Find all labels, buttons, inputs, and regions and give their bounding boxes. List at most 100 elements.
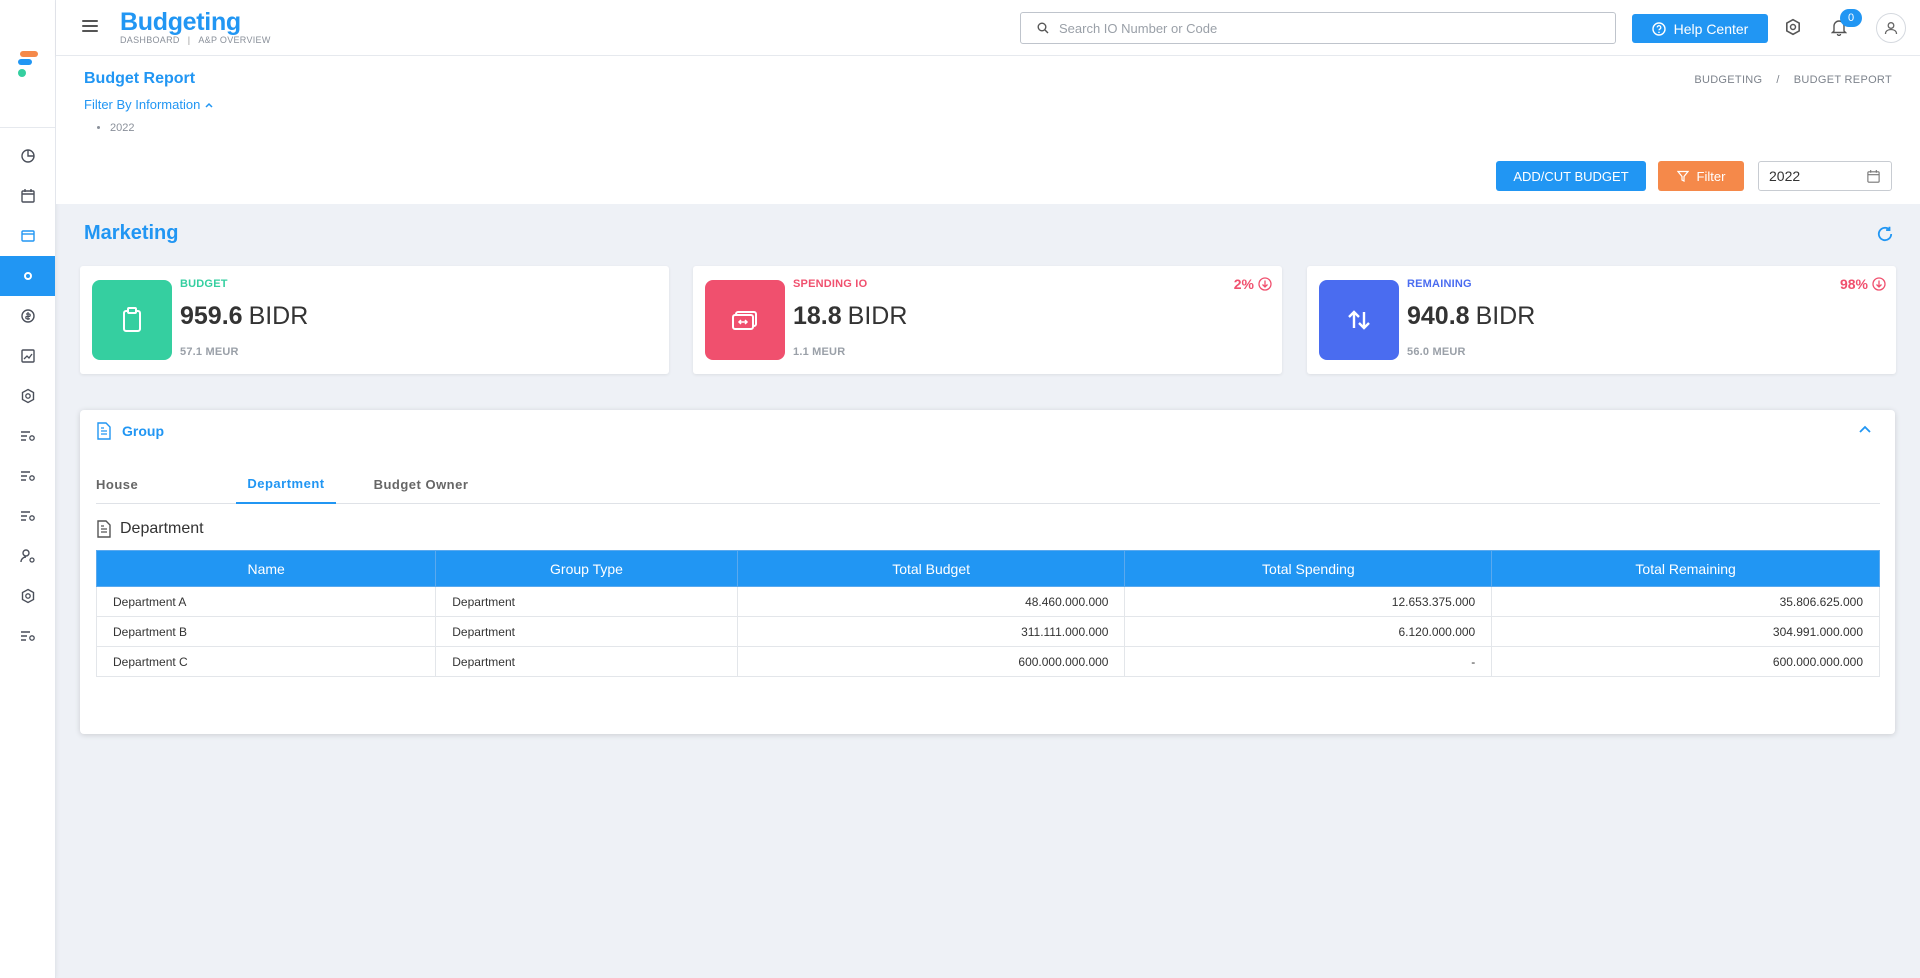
sidebar-item-users[interactable] xyxy=(0,536,55,576)
spending-icon-box xyxy=(705,280,785,360)
sidebar-item-calendar[interactable] xyxy=(0,176,55,216)
settings-gear-icon[interactable] xyxy=(1784,18,1802,36)
remaining-percentage: 98% xyxy=(1840,276,1886,292)
cell-group-type: Department xyxy=(435,586,738,617)
budget-value: 959.6 BIDR xyxy=(180,302,309,330)
add-cut-budget-button[interactable]: ADD/CUT BUDGET xyxy=(1496,161,1646,191)
filter-settings-icon xyxy=(20,631,35,641)
menu-toggle-icon[interactable] xyxy=(82,20,98,34)
spending-io-label: SPENDING IO xyxy=(793,278,868,290)
column-header-total-remaining[interactable]: Total Remaining xyxy=(1491,550,1880,587)
column-header-total-spending[interactable]: Total Spending xyxy=(1124,550,1493,587)
calendar-icon[interactable] xyxy=(1866,169,1881,184)
sidebar-item-reports[interactable] xyxy=(0,336,55,376)
cell-total-remaining: 35.806.625.000 xyxy=(1491,586,1880,617)
sidebar xyxy=(0,0,56,978)
brand-logo-icon xyxy=(17,50,38,77)
cell-total-budget: 311.111.000.000 xyxy=(736,616,1126,647)
column-header-name[interactable]: Name xyxy=(95,550,437,587)
column-header-group-type[interactable]: Group Type xyxy=(435,550,738,587)
breadcrumb-budgeting[interactable]: BUDGETING xyxy=(1694,74,1762,86)
sidebar-item-config-3[interactable] xyxy=(0,496,55,536)
help-center-label: Help Center xyxy=(1673,20,1749,37)
cell-group-type: Department xyxy=(435,616,738,647)
budget-sub-value: 57.1 MEUR xyxy=(180,346,239,358)
year-picker-value: 2022 xyxy=(1769,168,1801,184)
coin-icon xyxy=(20,309,35,323)
cell-name: Department B xyxy=(95,616,437,647)
department-section-title: Department xyxy=(120,520,204,537)
filter-button[interactable]: Filter xyxy=(1658,161,1744,191)
breadcrumb-dashboard[interactable]: DASHBOARD xyxy=(120,35,180,45)
sidebar-item-config-2[interactable] xyxy=(0,456,55,496)
app-logo[interactable] xyxy=(0,0,55,128)
breadcrumb-separator: / xyxy=(1776,74,1780,86)
user-icon xyxy=(1884,22,1898,35)
report-header: Budget Report Filter By Information 2022… xyxy=(56,56,1920,204)
arrow-down-circle-icon xyxy=(1872,277,1886,291)
budget-card: BUDGET 959.6 BIDR 57.1 MEUR xyxy=(80,266,669,374)
filter-value-year: 2022 xyxy=(110,122,134,134)
search-input[interactable] xyxy=(1059,20,1599,36)
chevron-up-icon[interactable] xyxy=(1857,422,1873,438)
spending-io-card: SPENDING IO 18.8 BIDR 1.1 MEUR 2% xyxy=(693,266,1282,374)
budget-icon-box xyxy=(92,280,172,360)
spending-io-value: 18.8 BIDR xyxy=(793,302,908,330)
tab-house[interactable]: House xyxy=(96,464,236,504)
help-circle-icon xyxy=(1651,21,1666,36)
sidebar-item-settings[interactable] xyxy=(0,376,55,416)
gear-icon xyxy=(21,388,34,404)
year-picker-input[interactable]: 2022 xyxy=(1758,161,1892,191)
sidebar-item-budgeting[interactable] xyxy=(0,256,55,296)
table-row: Department C Department 600.000.000.000 … xyxy=(95,646,1880,677)
spending-io-sub-value: 1.1 MEUR xyxy=(793,346,846,358)
tab-department[interactable]: Department xyxy=(236,464,336,504)
cell-total-budget: 600.000.000.000 xyxy=(736,646,1126,677)
breadcrumb-ap-overview[interactable]: A&P OVERVIEW xyxy=(198,35,270,45)
notification-badge: 0 xyxy=(1840,9,1862,27)
help-center-button[interactable]: Help Center xyxy=(1632,14,1768,43)
table-row: Department A Department 48.460.000.000 1… xyxy=(95,586,1880,617)
settings-dot-icon xyxy=(23,272,32,280)
filter-info-toggle[interactable]: Filter By Information xyxy=(84,97,214,112)
department-section-header: Department xyxy=(96,520,204,538)
sidebar-item-window[interactable] xyxy=(0,216,55,256)
group-panel-title: Group xyxy=(122,423,164,439)
table-header-row: Name Group Type Total Budget Total Spend… xyxy=(95,550,1880,587)
chevron-up-icon xyxy=(205,102,213,108)
column-header-total-budget[interactable]: Total Budget xyxy=(736,550,1126,587)
user-settings-icon xyxy=(19,549,35,563)
refresh-icon[interactable] xyxy=(1876,225,1894,243)
sidebar-item-system[interactable] xyxy=(0,576,55,616)
tab-budget-owner[interactable]: Budget Owner xyxy=(356,464,486,504)
table-row: Department B Department 311.111.000.000 … xyxy=(95,616,1880,647)
breadcrumb-budget-report: BUDGET REPORT xyxy=(1793,74,1892,86)
group-tabs: House Department Budget Owner xyxy=(96,464,1880,504)
breadcrumb: BUDGETING / BUDGET REPORT xyxy=(1694,74,1892,86)
search-icon xyxy=(1037,22,1049,34)
window-icon xyxy=(20,230,35,242)
filter-button-label: Filter xyxy=(1696,168,1726,184)
filter-funnel-icon xyxy=(1676,170,1689,182)
cell-group-type: Department xyxy=(435,646,738,677)
user-avatar[interactable] xyxy=(1876,13,1906,43)
filter-info-label: Filter By Information xyxy=(84,97,201,112)
app-title: Budgeting xyxy=(120,8,241,36)
section-title: Marketing xyxy=(84,222,179,244)
sidebar-item-config-4[interactable] xyxy=(0,616,55,656)
pie-chart-icon xyxy=(20,149,35,163)
sidebar-item-config-1[interactable] xyxy=(0,416,55,456)
arrow-down-circle-icon xyxy=(1258,277,1272,291)
cell-total-spending: 6.120.000.000 xyxy=(1124,616,1493,647)
cell-total-remaining: 304.991.000.000 xyxy=(1491,616,1880,647)
filter-settings-icon xyxy=(20,511,35,521)
cell-total-spending: 12.653.375.000 xyxy=(1124,586,1493,617)
spending-io-percentage: 2% xyxy=(1234,276,1272,292)
sidebar-item-finance[interactable] xyxy=(0,296,55,336)
cell-total-remaining: 600.000.000.000 xyxy=(1491,646,1880,677)
department-table: Name Group Type Total Budget Total Spend… xyxy=(95,550,1880,677)
sidebar-item-dashboard[interactable] xyxy=(0,136,55,176)
top-breadcrumb: DASHBOARD | A&P OVERVIEW xyxy=(120,35,271,45)
search-box xyxy=(1020,12,1616,44)
document-icon xyxy=(97,422,111,440)
